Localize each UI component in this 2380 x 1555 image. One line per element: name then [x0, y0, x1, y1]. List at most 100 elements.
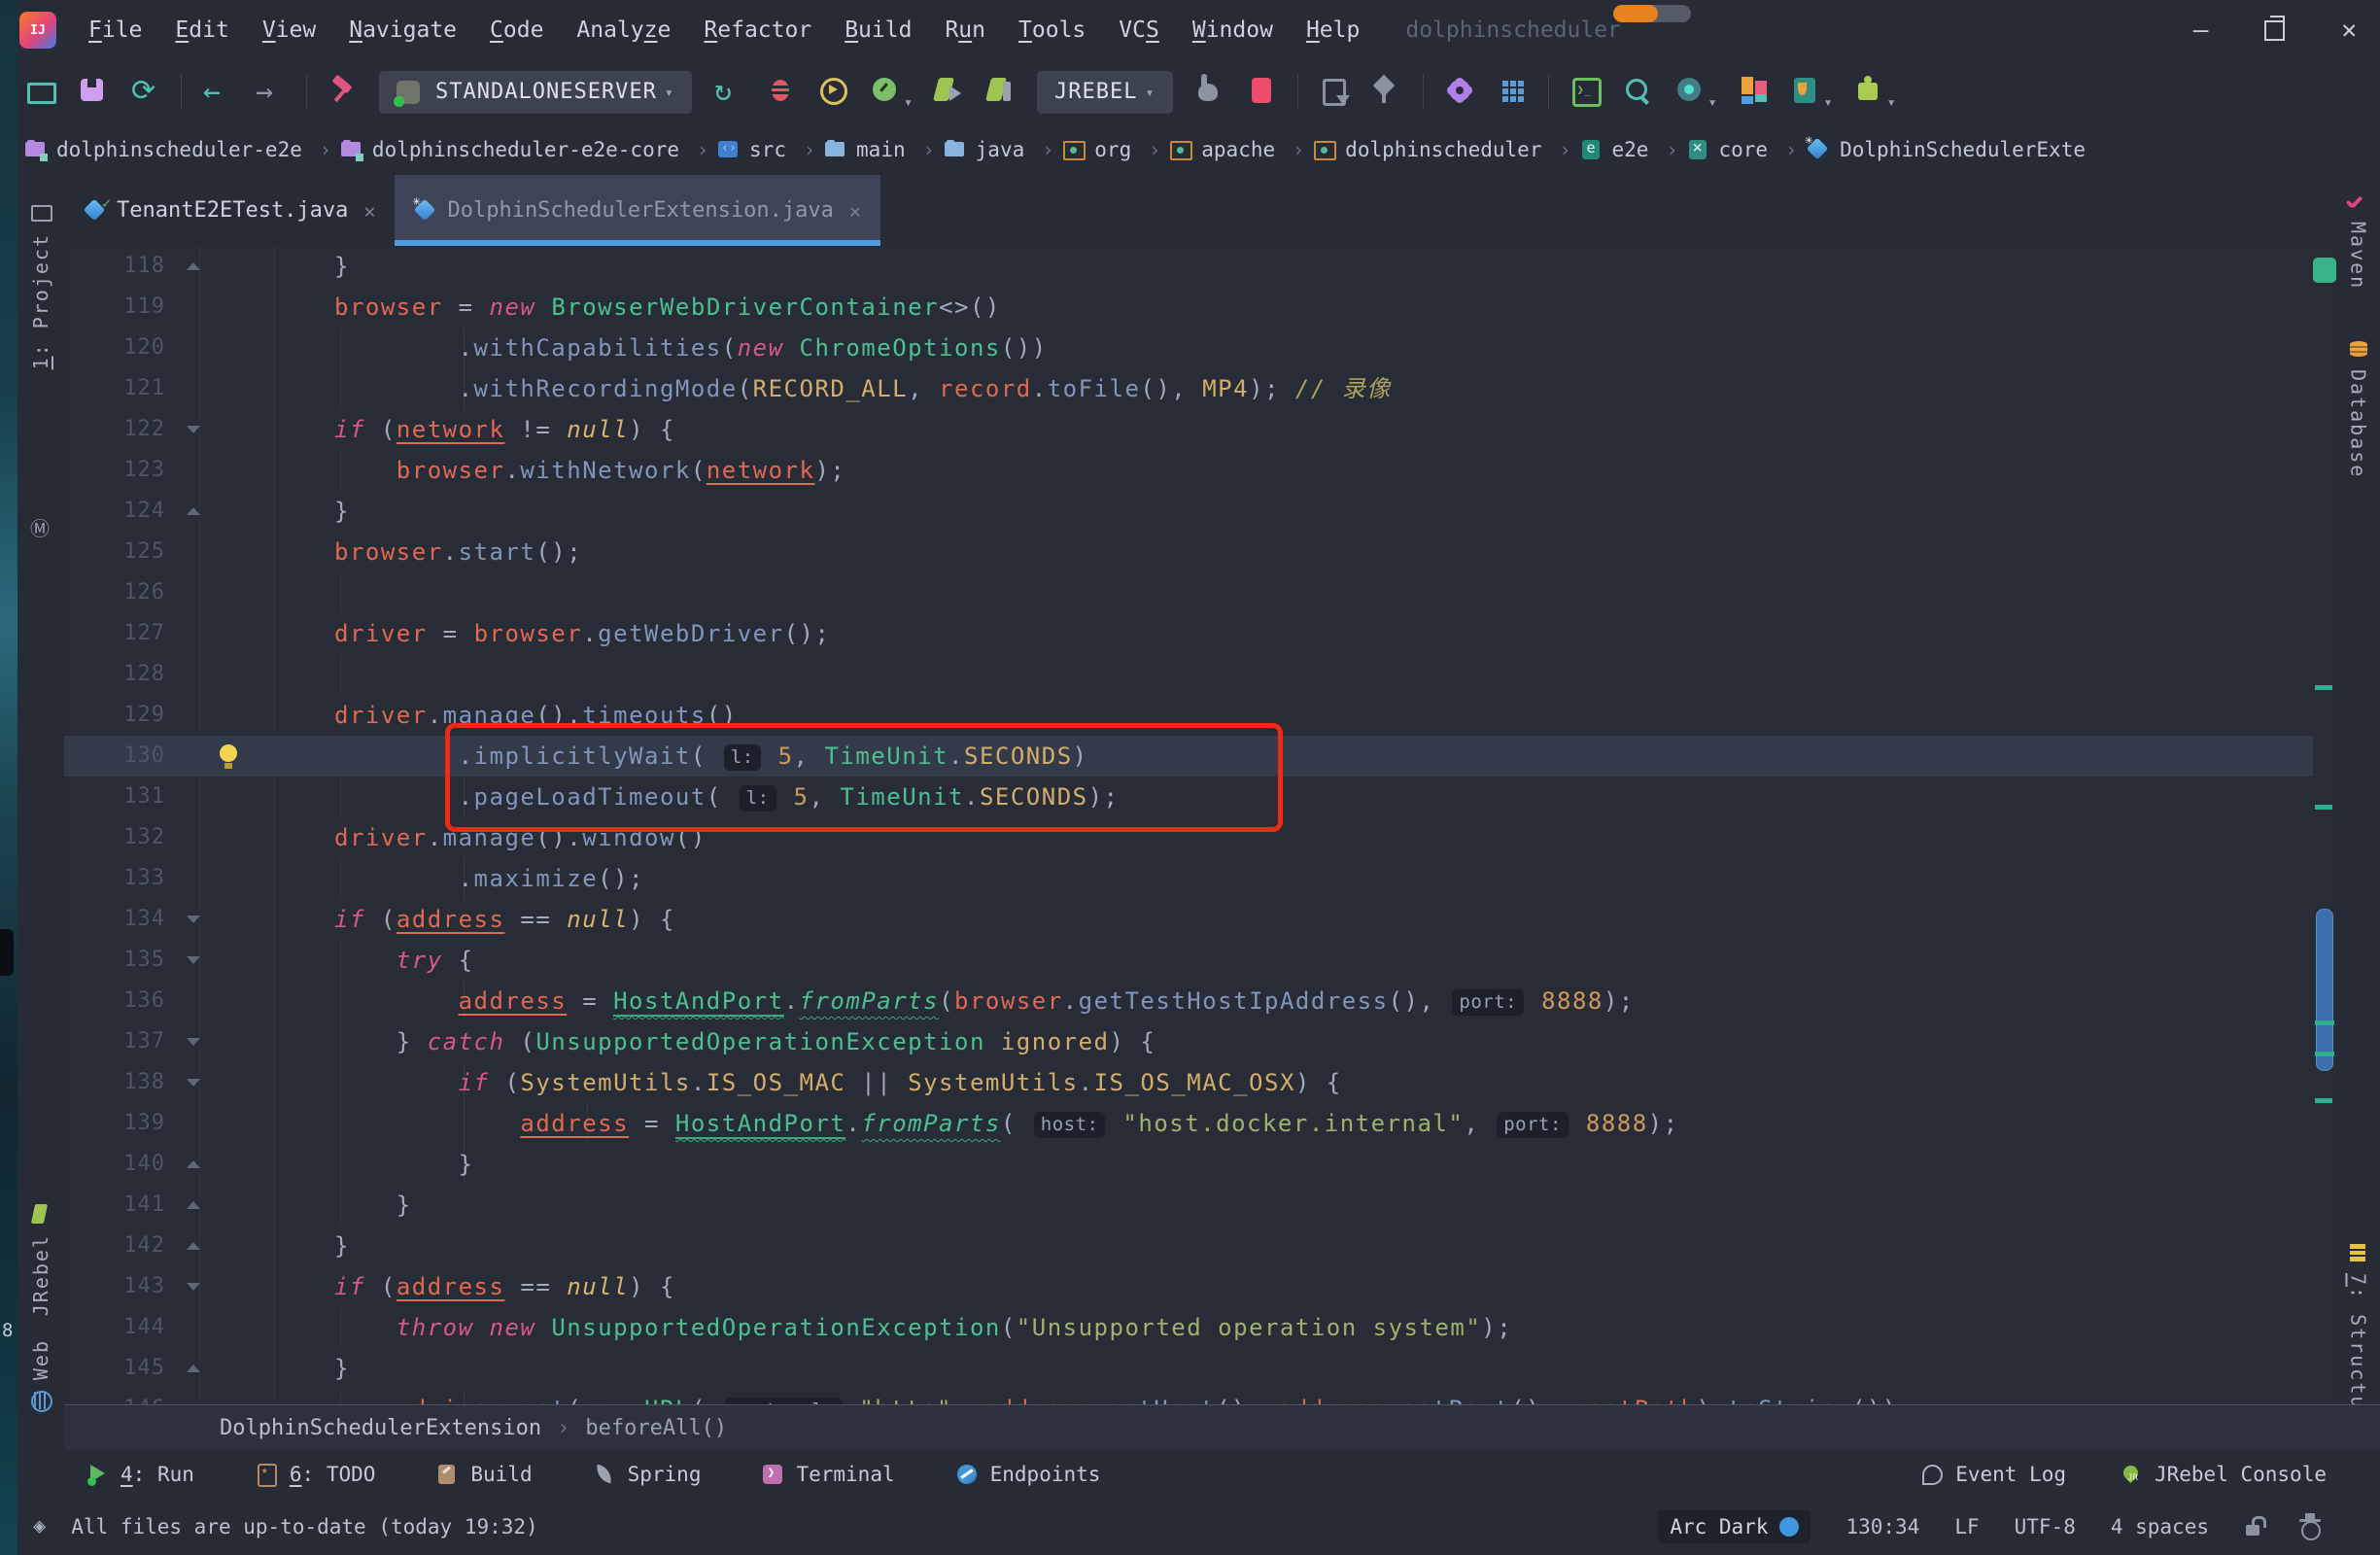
breadcrumb-item-org[interactable]: org [1063, 138, 1131, 161]
code-line-121[interactable]: 121 .withRecordingMode(RECORD_ALL, recor… [64, 368, 2313, 409]
menu-item-refactor[interactable]: Refactor [691, 14, 824, 47]
code-line-137[interactable]: 137 } catch (UnsupportedOperationExcepti… [64, 1021, 2313, 1062]
menu-item-help[interactable]: Help [1293, 14, 1372, 47]
line-ending[interactable]: LF [1954, 1515, 1979, 1538]
menu-item-view[interactable]: View [250, 14, 328, 47]
tool-window-button-terminal[interactable]: Terminal [761, 1463, 894, 1486]
menu-item-edit[interactable]: Edit [162, 14, 241, 47]
back-icon[interactable] [201, 74, 234, 111]
tab-dolphinschedulerextension-java[interactable]: DolphinSchedulerExtension.java✕ [395, 175, 880, 246]
code-line-140[interactable]: 140 } [64, 1144, 2313, 1185]
debug-icon[interactable] [764, 74, 797, 111]
code-line-120[interactable]: 120 .withCapabilities(new ChromeOptions(… [64, 328, 2313, 368]
breadcrumb-item-dolphinscheduler-e2e[interactable]: dolphinscheduler-e2e [25, 138, 302, 161]
theme-widget[interactable]: Arc Dark [1658, 1510, 1811, 1543]
minimize-icon[interactable]: — [2193, 17, 2209, 43]
maximize-icon[interactable] [2264, 20, 2285, 41]
highlighting-level-icon[interactable] [2298, 1515, 2322, 1538]
caret-position[interactable]: 130:34 [1845, 1515, 1919, 1538]
scrollbar-thumb[interactable] [2316, 909, 2333, 1071]
save-all-icon[interactable] [76, 74, 109, 111]
breadcrumb-class[interactable]: DolphinSchedulerExtension [220, 1416, 541, 1440]
breadcrumb-item-src[interactable]: src [718, 138, 786, 161]
run-configuration-selector[interactable]: STANDALONESERVER▾ [379, 71, 692, 114]
jrebel-status-icon[interactable] [33, 1514, 46, 1538]
code-line-124[interactable]: 124} [64, 491, 2313, 532]
code-line-138[interactable]: 138 if (SystemUtils.IS_OS_MAC || SystemU… [64, 1062, 2313, 1103]
indent-setting[interactable]: 4 spaces [2111, 1515, 2209, 1538]
menu-item-navigate[interactable]: Navigate [336, 14, 469, 47]
code-line-142[interactable]: 142} [64, 1226, 2313, 1266]
code-line-144[interactable]: 144 throw new UnsupportedOperationExcept… [64, 1307, 2313, 1348]
menu-item-run[interactable]: Run [932, 14, 998, 47]
ui-blocks-icon[interactable] [1737, 74, 1770, 111]
tab-tenante2etest-java[interactable]: TenantE2ETest.java✕ [64, 175, 395, 246]
tool-window-button-event-log[interactable]: Event Log [1920, 1463, 2066, 1486]
build-hammer-icon[interactable] [327, 74, 360, 111]
tool-button-bookmark[interactable] [17, 515, 64, 536]
fold-marker-icon[interactable] [187, 1201, 200, 1209]
code-line-143[interactable]: 143if (address == null) { [64, 1266, 2313, 1307]
fold-marker-icon[interactable] [187, 1038, 200, 1046]
tool-button-database[interactable]: Database [2336, 338, 2380, 478]
rerun-icon[interactable] [711, 74, 744, 111]
tab-close-icon[interactable]: ✕ [849, 199, 861, 223]
breadcrumb-item-dolphinscheduler-e2e-core[interactable]: dolphinscheduler-e2e-core [341, 138, 679, 161]
project-structure-icon[interactable] [1496, 74, 1529, 111]
close-icon[interactable]: ✕ [2341, 17, 2357, 43]
tool-window-button-build[interactable]: Build [435, 1463, 532, 1486]
breadcrumb-item-dolphinscheduler[interactable]: dolphinscheduler [1314, 138, 1541, 161]
forward-icon[interactable] [254, 74, 287, 111]
breadcrumb-method[interactable]: beforeAll() [585, 1416, 727, 1440]
file-encoding[interactable]: UTF-8 [2015, 1515, 2076, 1538]
breadcrumb-item-main[interactable]: main [825, 138, 906, 161]
jrebel-run-icon[interactable] [932, 74, 965, 111]
database-toolbar-icon[interactable]: ▾ [1789, 74, 1833, 111]
tool-window-button-endpoints[interactable]: Endpoints [955, 1463, 1101, 1486]
fold-marker-icon[interactable] [187, 1160, 200, 1168]
code-line-126[interactable]: 126 [64, 572, 2313, 613]
tool-button-maven[interactable]: Maven [2336, 190, 2380, 290]
fold-marker-icon[interactable] [187, 1242, 200, 1250]
breadcrumb-item-e2e[interactable]: e2e [1581, 138, 1649, 161]
stop-icon[interactable] [1245, 74, 1278, 111]
tool-window-button-6-todo[interactable]: 6: TODO [255, 1463, 376, 1486]
code-line-134[interactable]: 134if (address == null) { [64, 899, 2313, 940]
menu-item-window[interactable]: Window [1180, 14, 1286, 47]
fold-marker-icon[interactable] [187, 1283, 200, 1291]
fold-marker-icon[interactable] [187, 1365, 200, 1372]
screen-record-icon[interactable]: ▾ [1673, 74, 1717, 111]
code-line-133[interactable]: 133 .maximize(); [64, 858, 2313, 899]
terminal-toolbar-icon[interactable] [1569, 74, 1602, 111]
fold-marker-icon[interactable] [187, 507, 200, 515]
breadcrumb-item-dolphinschedulerexte[interactable]: DolphinSchedulerExte [1807, 138, 2086, 161]
menu-item-build[interactable]: Build [832, 14, 924, 47]
code-line-123[interactable]: 123 browser.withNetwork(network); [64, 450, 2313, 491]
menu-item-analyze[interactable]: Analyze [564, 14, 683, 47]
menu-item-file[interactable]: File [76, 14, 155, 47]
fold-marker-icon[interactable] [187, 916, 200, 923]
fold-marker-icon[interactable] [187, 426, 200, 433]
open-project-icon[interactable] [23, 74, 56, 111]
run-coverage-icon[interactable] [816, 74, 849, 111]
code-line-145[interactable]: 145} [64, 1348, 2313, 1389]
code-line-125[interactable]: 125browser.start(); [64, 532, 2313, 572]
code-line-135[interactable]: 135 try { [64, 940, 2313, 981]
jrebel-debug-icon[interactable] [984, 74, 1018, 111]
unlock-icon[interactable] [2244, 1516, 2263, 1538]
code-line-127[interactable]: 127driver = browser.getWebDriver(); [64, 613, 2313, 654]
inspection-status-indicator[interactable] [2313, 258, 2336, 283]
code-line-141[interactable]: 141 } [64, 1185, 2313, 1226]
breadcrumb-item-apache[interactable]: apache [1170, 138, 1275, 161]
tool-window-button-jrebel-console[interactable]: JRebel Console [2120, 1463, 2327, 1486]
search-everywhere-icon[interactable] [1621, 74, 1654, 111]
code-line-139[interactable]: 139 address = HostAndPort.fromParts( hos… [64, 1103, 2313, 1144]
tool-button-jrebel[interactable]: JRebel [17, 1203, 64, 1316]
fold-marker-icon[interactable] [187, 1079, 200, 1087]
code-line-122[interactable]: 122if (network != null) { [64, 409, 2313, 450]
tool-window-button-4-run[interactable]: 4: Run [86, 1463, 194, 1486]
profiler-icon[interactable]: ▾ [869, 74, 913, 111]
settings-icon[interactable] [1443, 74, 1476, 111]
code-line-136[interactable]: 136 address = HostAndPort.fromParts(brow… [64, 981, 2313, 1021]
code-line-118[interactable]: 118} [64, 246, 2313, 287]
